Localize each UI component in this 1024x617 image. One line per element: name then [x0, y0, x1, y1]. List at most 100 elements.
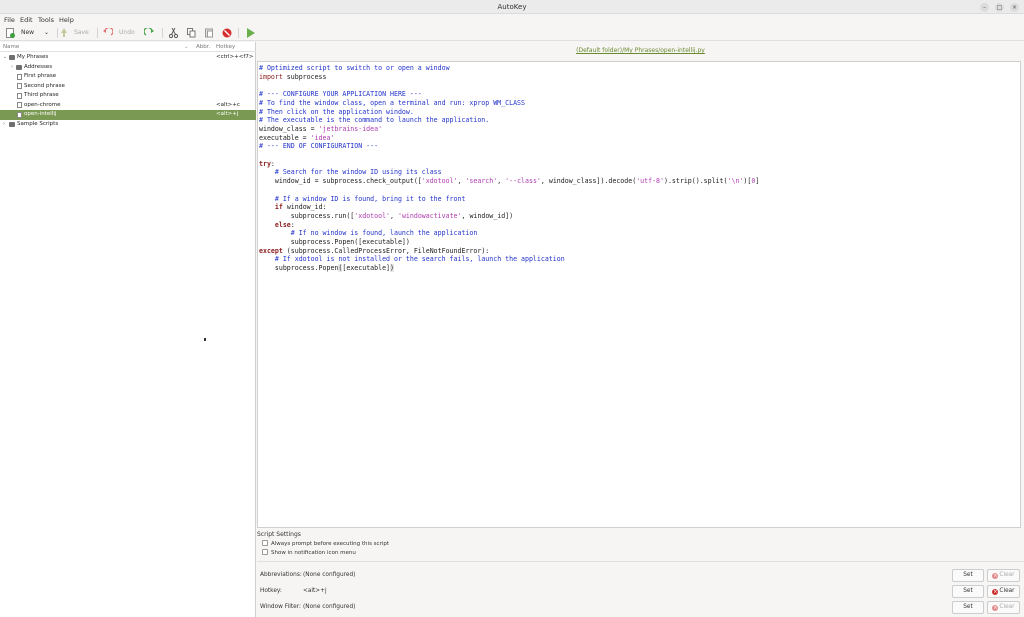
phrase-file-icon	[17, 92, 22, 99]
abbreviations-clear-button[interactable]: × Clear	[987, 569, 1020, 582]
clear-icon: ×	[992, 573, 999, 579]
tree-item-my-phrases[interactable]: ⌄ My Phrases <ctrl>+<f7>	[0, 53, 256, 63]
tree-item-label: Addresses	[24, 63, 53, 70]
window-filter-label: Window Filter:	[260, 604, 301, 610]
redo-icon	[144, 28, 154, 36]
clear-label: Clear	[999, 572, 1015, 578]
tree-item-label: Third phrase	[24, 92, 59, 98]
tree-item-hotkey: <ctrl>+<f7>	[216, 54, 254, 60]
chevron-down-icon[interactable]: ⌄	[3, 53, 7, 63]
undo-button[interactable]: Undo	[103, 27, 139, 39]
run-button[interactable]	[246, 27, 256, 39]
always-prompt-checkbox[interactable]	[262, 540, 268, 546]
tree-item-sample-scripts[interactable]: › Sample Scripts	[0, 120, 256, 130]
minimize-button[interactable]: –	[980, 3, 989, 12]
tree-item-addresses[interactable]: › Addresses	[0, 63, 256, 73]
abbreviations-label: Abbreviations:	[260, 572, 302, 578]
stop-button[interactable]	[222, 27, 232, 39]
script-file-icon	[17, 111, 22, 118]
tree-item-label: First phrase	[24, 73, 57, 79]
tree-item-open-chrome[interactable]: open-chrome <alt>+c	[0, 101, 256, 111]
show-in-menu-checkbox[interactable]	[262, 549, 268, 555]
tree-item-label: open-chrome	[24, 101, 61, 108]
cut-button[interactable]	[169, 27, 179, 39]
tree-header: Name ⌄ Abbr. Hotkey	[0, 42, 256, 52]
paste-button[interactable]	[205, 27, 215, 39]
copy-button[interactable]	[187, 27, 197, 39]
toolbar: New ⌄ Save Undo	[0, 25, 1024, 41]
mouse-pointer	[204, 338, 206, 341]
window-filter-set-button[interactable]: Set	[952, 601, 984, 614]
always-prompt-label: Always prompt before executing this scri…	[271, 540, 390, 547]
redo-button[interactable]	[144, 27, 156, 39]
sort-chevron-icon[interactable]: ⌄	[184, 44, 189, 50]
tree-item-hotkey: <alt>+j	[216, 111, 239, 117]
tree-item-label: Sample Scripts	[17, 120, 59, 127]
abbreviations-set-button[interactable]: Set	[952, 569, 984, 582]
show-in-menu-label: Show in notification icon menu	[271, 549, 356, 556]
column-name[interactable]: Name	[3, 44, 19, 50]
tree-item-second-phrase[interactable]: Second phrase	[0, 82, 256, 92]
new-button[interactable]: New ⌄	[6, 27, 54, 39]
hotkey-set-button[interactable]: Set	[952, 585, 984, 598]
save-button[interactable]: Save	[60, 27, 90, 39]
code-text[interactable]: # Optimized script to switch to or open …	[259, 64, 759, 273]
code-editor[interactable]: # Optimized script to switch to or open …	[257, 61, 1021, 528]
script-settings-title: Script Settings	[257, 531, 301, 538]
clear-icon: ×	[992, 589, 999, 595]
phrase-tree[interactable]: Name ⌄ Abbr. Hotkey ⌄ My Phrases <ctrl>+…	[0, 42, 256, 617]
undo-button-label: Undo	[119, 29, 135, 36]
window-filter-clear-button[interactable]: × Clear	[987, 601, 1020, 614]
hotkey-clear-button[interactable]: × Clear	[987, 585, 1020, 598]
clear-label: Clear	[999, 588, 1015, 594]
copy-icon	[187, 28, 196, 38]
chevron-down-icon[interactable]: ⌄	[44, 27, 49, 39]
menu-edit[interactable]: Edit	[20, 16, 33, 24]
title-bar: AutoKey – □ ×	[0, 0, 1024, 14]
menu-file[interactable]: File	[4, 16, 15, 24]
tree-item-label: My Phrases	[17, 54, 49, 60]
chevron-right-icon[interactable]: ›	[3, 120, 5, 130]
close-window-button[interactable]: ×	[1010, 3, 1019, 12]
window-title: AutoKey	[497, 3, 527, 11]
tree-item-third-phrase[interactable]: Third phrase	[0, 91, 256, 101]
hotkey-label: Hotkey:	[260, 588, 282, 594]
stop-icon	[222, 28, 232, 38]
folder-icon	[9, 121, 15, 127]
folder-icon	[9, 55, 15, 60]
chevron-right-icon[interactable]: ›	[11, 63, 13, 73]
phrase-file-icon	[17, 73, 22, 80]
tree-item-first-phrase[interactable]: First phrase	[0, 72, 256, 82]
scissors-icon	[169, 28, 178, 38]
maximize-button[interactable]: □	[995, 3, 1004, 12]
column-abbr[interactable]: Abbr.	[196, 44, 210, 50]
window-filter-value: (None configured)	[303, 604, 356, 610]
clear-icon: ×	[992, 605, 999, 611]
menu-bar: File Edit Tools Help	[0, 14, 1024, 25]
script-panel: (Default folder)/My Phrases/open-intelli…	[257, 42, 1024, 617]
tree-item-label: open-intellij	[24, 111, 57, 117]
set-label: Set	[963, 588, 973, 594]
paste-icon	[205, 28, 213, 38]
tree-item-open-intellij[interactable]: open-intellij <alt>+j	[0, 110, 256, 120]
tree-item-label: Second phrase	[24, 82, 65, 89]
save-icon	[61, 28, 67, 37]
set-label: Set	[963, 572, 973, 578]
menu-tools[interactable]: Tools	[38, 16, 54, 24]
new-file-icon	[6, 28, 15, 38]
tree-item-hotkey: <alt>+c	[216, 101, 240, 108]
folder-icon	[16, 64, 22, 70]
new-button-label: New	[21, 29, 35, 36]
menu-help[interactable]: Help	[59, 16, 74, 24]
save-button-label: Save	[74, 29, 89, 36]
phrase-file-icon	[17, 83, 22, 89]
set-label: Set	[963, 604, 973, 610]
abbreviations-value: (None configured)	[303, 572, 356, 578]
clear-label: Clear	[999, 604, 1015, 610]
play-icon	[247, 28, 255, 38]
column-hotkey[interactable]: Hotkey	[216, 44, 235, 50]
undo-icon	[103, 28, 113, 36]
hotkey-value: <alt>+j	[303, 588, 327, 594]
script-file-icon	[17, 102, 22, 108]
script-path-link[interactable]: (Default folder)/My Phrases/open-intelli…	[257, 47, 1024, 54]
